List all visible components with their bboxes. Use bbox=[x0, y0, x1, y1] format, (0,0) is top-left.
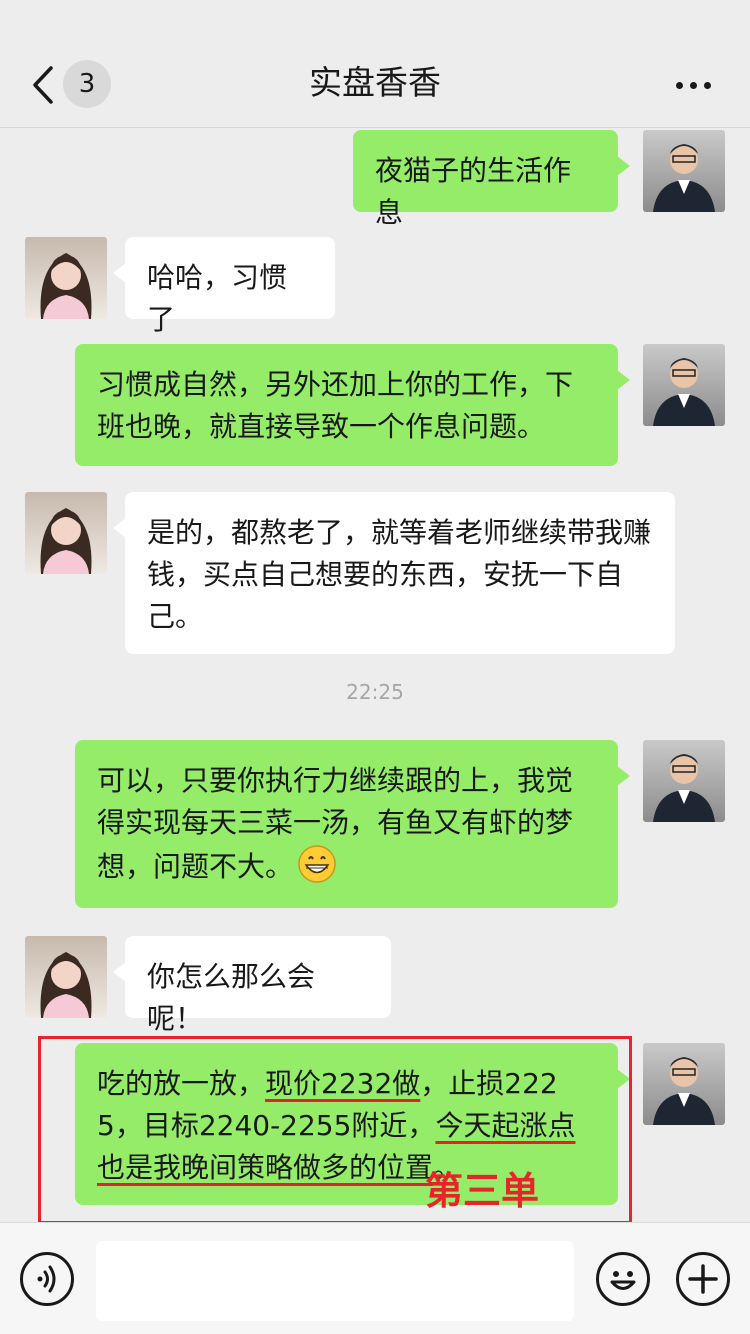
my-avatar[interactable] bbox=[643, 1043, 725, 1125]
message-bubble-outgoing[interactable]: 习惯成自然，另外还加上你的工作，下班也晚，就直接导致一个作息问题。 bbox=[75, 344, 630, 466]
more-functions-button[interactable] bbox=[676, 1252, 730, 1306]
chat-message-list[interactable]: 夜猫子的生活作息 哈哈，习惯了 习惯成自然，另外还加上你的工作，下班也晚，就直接… bbox=[0, 128, 750, 1222]
more-button[interactable] bbox=[674, 70, 714, 100]
message-text: 夜猫子的生活作息 bbox=[375, 154, 572, 229]
message-bubble-incoming[interactable]: 是的，都熬老了，就等着老师继续带我赚钱，买点自己想要的东西，安抚一下自己。 bbox=[113, 492, 675, 654]
highlight-box bbox=[38, 1036, 632, 1222]
my-avatar[interactable] bbox=[643, 740, 725, 822]
message-bubble-incoming[interactable]: 哈哈，习惯了 bbox=[113, 237, 335, 336]
my-avatar[interactable] bbox=[643, 130, 725, 212]
message-timestamp: 22:25 bbox=[346, 680, 404, 704]
message-bubble-outgoing[interactable]: 夜猫子的生活作息 bbox=[353, 130, 630, 229]
emoji-button[interactable] bbox=[596, 1252, 650, 1306]
plus-icon bbox=[688, 1264, 718, 1294]
message-input[interactable] bbox=[96, 1241, 574, 1321]
emoji-icon bbox=[610, 1271, 636, 1290]
contact-avatar[interactable] bbox=[25, 492, 107, 574]
contact-avatar[interactable] bbox=[25, 936, 107, 1018]
input-toolbar bbox=[0, 1222, 750, 1334]
grinning-face-icon bbox=[298, 845, 336, 883]
chat-title: 实盘香香 bbox=[309, 63, 441, 102]
voice-button[interactable] bbox=[20, 1252, 74, 1306]
nav-bar: 3 实盘香香 bbox=[0, 0, 750, 128]
message-bubble-outgoing[interactable]: 可以，只要你执行力继续跟的上，我觉得实现每天三菜一汤，有鱼又有虾的梦想，问题不大… bbox=[75, 740, 630, 908]
voice-icon bbox=[37, 1265, 56, 1293]
message-text: 你怎么那么会呢！ bbox=[147, 960, 316, 1035]
my-avatar[interactable] bbox=[643, 344, 725, 426]
contact-avatar[interactable] bbox=[25, 237, 107, 319]
message-text: 哈哈，习惯了 bbox=[147, 261, 288, 336]
message-text: 是的，都熬老了，就等着老师继续带我赚钱，买点自己想要的东西，安抚一下自己。 bbox=[147, 516, 652, 633]
message-text: 习惯成自然，另外还加上你的工作，下班也晚，就直接导致一个作息问题。 bbox=[97, 368, 574, 443]
annotation-label: 第三单 bbox=[425, 1169, 540, 1213]
more-dots-icon bbox=[676, 82, 683, 89]
message-bubble-incoming[interactable]: 你怎么那么会呢！ bbox=[113, 936, 391, 1035]
